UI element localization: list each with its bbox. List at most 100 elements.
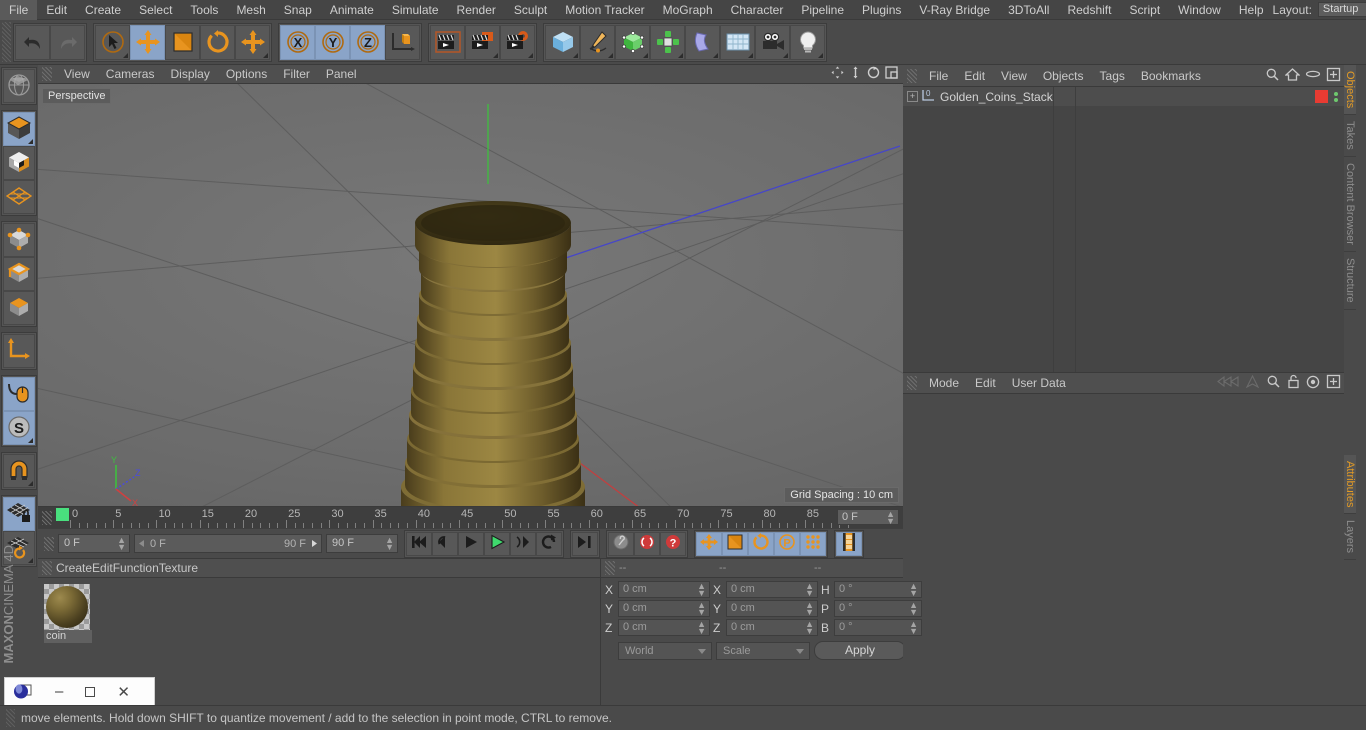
new-panel-icon[interactable]	[1326, 67, 1341, 85]
vtab-structure[interactable]: Structure	[1344, 251, 1356, 310]
menu-item-window[interactable]: Window	[1169, 0, 1230, 20]
home-icon[interactable]	[1284, 67, 1301, 85]
eye-icon[interactable]	[1305, 68, 1321, 83]
material-item-coin[interactable]: coin	[44, 584, 92, 643]
rotate-icon[interactable]	[866, 65, 881, 83]
material-preview[interactable]	[44, 584, 90, 630]
apply-button[interactable]: Apply	[814, 641, 906, 660]
menu-item-pipeline[interactable]: Pipeline	[792, 0, 853, 20]
object-menu-tags[interactable]: Tags	[1092, 65, 1133, 87]
app-restore-icon[interactable]	[13, 683, 33, 701]
render-settings-button[interactable]	[500, 24, 535, 60]
play-back-button[interactable]	[458, 531, 484, 556]
spinner-icon[interactable]: ▲ ▼	[697, 601, 706, 617]
coord-system-dropdown[interactable]: World	[618, 641, 712, 660]
transport-grip[interactable]	[44, 536, 54, 551]
lock-workplane-button[interactable]	[3, 497, 35, 531]
vtab-objects[interactable]: Objects	[1344, 65, 1356, 116]
add-array-button[interactable]	[650, 24, 685, 60]
object-menu-bookmarks[interactable]: Bookmarks	[1133, 65, 1209, 87]
nav-forward-icon[interactable]	[1245, 374, 1260, 391]
timeline-track[interactable]: 051015202530354045505560657075808590	[56, 507, 862, 528]
vtab-takes[interactable]: Takes	[1344, 115, 1356, 158]
viewport-menu-panel[interactable]: Panel	[318, 65, 365, 84]
goto-end-button[interactable]	[572, 531, 598, 556]
rotate-tool[interactable]	[200, 24, 235, 60]
object-menu-objects[interactable]: Objects	[1035, 65, 1092, 87]
redo-button[interactable]	[50, 24, 85, 60]
step-forward-keyframe-button[interactable]	[536, 531, 562, 556]
lock-icon[interactable]	[1287, 374, 1300, 392]
position-key-button[interactable]	[696, 531, 722, 556]
coord-rot-input[interactable]: 0 ° ▲ ▼	[834, 600, 922, 617]
menu-item-plugins[interactable]: Plugins	[853, 0, 910, 20]
workplane-mode-button[interactable]	[3, 180, 35, 214]
coord-pos-input[interactable]: 0 cm ▲ ▼	[618, 581, 710, 598]
material-menu-edit[interactable]: Edit	[92, 561, 113, 575]
material-grip[interactable]	[42, 561, 52, 575]
spinner-icon[interactable]: ▲ ▼	[385, 536, 394, 552]
menu-item-v-ray-bridge[interactable]: V-Ray Bridge	[910, 0, 999, 20]
menu-item-redshift[interactable]: Redshift	[1058, 0, 1120, 20]
points-mode-button[interactable]	[3, 223, 35, 257]
object-manager-body[interactable]: + 0 Golden_Coins_Stack	[903, 87, 1344, 372]
menu-item-character[interactable]: Character	[722, 0, 793, 20]
expand-icon[interactable]: +	[907, 91, 918, 102]
search-icon[interactable]	[1265, 67, 1280, 85]
spinner-icon[interactable]: ▲ ▼	[909, 601, 918, 617]
golden-coins-stack-object[interactable]	[393, 139, 593, 506]
spinner-icon[interactable]: ▲ ▼	[697, 582, 706, 598]
rotation-key-button[interactable]	[748, 531, 774, 556]
add-cube-button[interactable]	[545, 24, 580, 60]
add-spline-button[interactable]	[580, 24, 615, 60]
add-deformer-button[interactable]	[685, 24, 720, 60]
attribute-menu-edit[interactable]: Edit	[967, 372, 1004, 394]
object-manager-grip[interactable]	[907, 68, 917, 83]
undo-button[interactable]	[15, 24, 50, 60]
end-frame-input[interactable]: 90 F ▲ ▼	[326, 534, 398, 553]
timeline-grip[interactable]	[42, 511, 52, 525]
live-selection-tool[interactable]	[95, 24, 130, 60]
texture-mode-button[interactable]	[3, 146, 35, 180]
menu-item-mesh[interactable]: Mesh	[227, 0, 274, 20]
menu-item-tools[interactable]: Tools	[181, 0, 227, 20]
enable-snap-button[interactable]: S	[3, 411, 35, 445]
status-grip[interactable]	[6, 709, 15, 727]
z-axis-lock[interactable]: Z	[350, 24, 385, 60]
vtab-layers[interactable]: Layers	[1344, 514, 1356, 561]
minimize-icon[interactable]: –	[55, 683, 63, 700]
object-axis-mode-button[interactable]	[3, 334, 35, 368]
viewport-solo-button[interactable]	[3, 377, 35, 411]
menu-item-create[interactable]: Create	[76, 0, 130, 20]
y-axis-lock[interactable]: Y	[315, 24, 350, 60]
record-active-objects-button[interactable]	[608, 531, 634, 556]
vtab-attributes[interactable]: Attributes	[1344, 454, 1356, 515]
menu-item-motion-tracker[interactable]: Motion Tracker	[556, 0, 653, 20]
object-menu-view[interactable]: View	[993, 65, 1035, 87]
object-menu-edit[interactable]: Edit	[956, 65, 993, 87]
coord-size-input[interactable]: 0 cm ▲ ▼	[726, 581, 818, 598]
spinner-icon[interactable]: ▲ ▼	[697, 620, 706, 636]
keyframe-selection-button[interactable]: ?	[660, 531, 686, 556]
add-generator-button[interactable]	[615, 24, 650, 60]
world-object-coord-toggle[interactable]	[385, 24, 420, 60]
menu-item-script[interactable]: Script	[1120, 0, 1169, 20]
menu-item-3dtoall[interactable]: 3DToAll	[999, 0, 1058, 20]
coord-size-input[interactable]: 0 cm ▲ ▼	[726, 600, 818, 617]
move-tool[interactable]	[130, 24, 165, 60]
render-view-button[interactable]	[430, 24, 465, 60]
render-to-picture-viewer-button[interactable]	[465, 24, 500, 60]
x-axis-lock[interactable]: X	[280, 24, 315, 60]
make-editable-button[interactable]	[3, 69, 35, 103]
model-mode-button[interactable]	[3, 112, 35, 146]
spinner-icon[interactable]: ▲ ▼	[909, 620, 918, 636]
menu-item-file[interactable]: File	[0, 0, 38, 20]
point-level-animation-button[interactable]	[800, 531, 826, 556]
spinner-icon[interactable]: ▲ ▼	[886, 510, 895, 526]
coord-size-input[interactable]: 0 cm ▲ ▼	[726, 619, 818, 636]
menu-item-animate[interactable]: Animate	[321, 0, 383, 20]
scale-tool[interactable]	[165, 24, 200, 60]
polygons-mode-button[interactable]	[3, 291, 35, 325]
spinner-icon[interactable]: ▲ ▼	[805, 601, 814, 617]
add-light-button[interactable]	[790, 24, 825, 60]
